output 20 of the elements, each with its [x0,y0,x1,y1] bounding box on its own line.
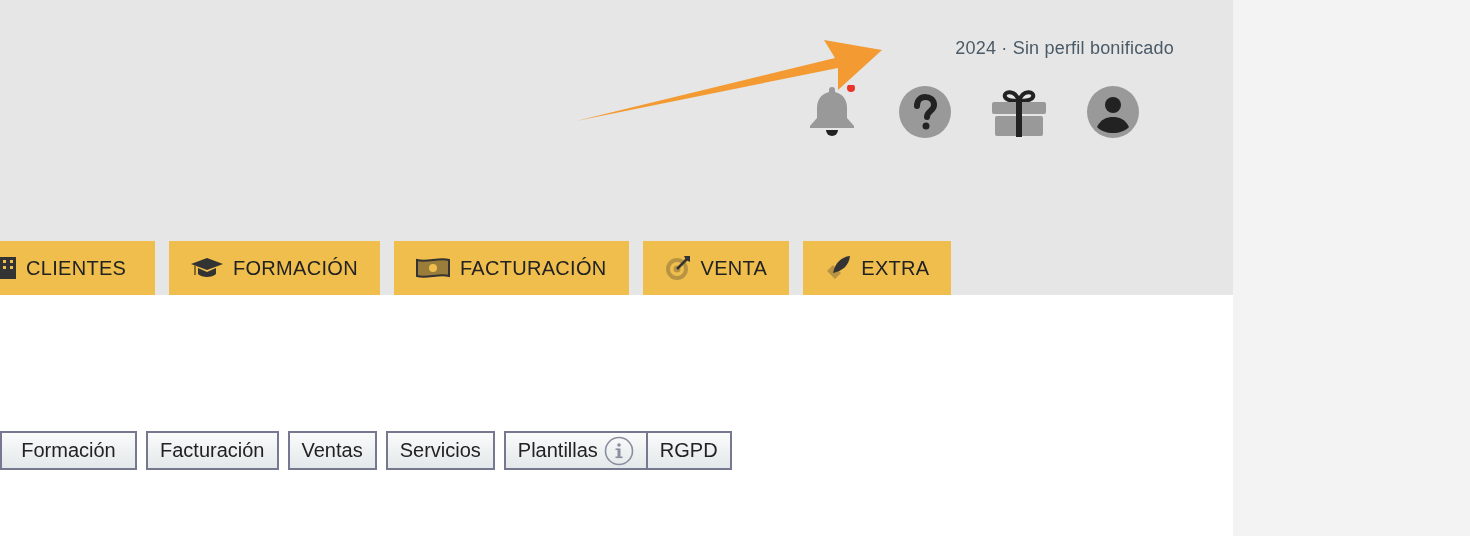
sub-tab[interactable]: Plantillas [503,431,648,470]
user-icon[interactable] [1087,86,1139,138]
sub-tab[interactable]: RGPD [645,431,732,470]
sub-tab[interactable]: Formación [0,431,137,470]
target-icon [664,255,691,281]
sub-tab[interactable]: Ventas [287,431,377,470]
nav-tab[interactable]: CLIENTES [0,241,155,295]
nav-tab[interactable]: EXTRA [803,241,952,295]
rocket-icon [825,255,852,281]
nav-tab[interactable]: FACTURACIÓN [393,241,629,295]
nav-tab[interactable]: VENTA [642,241,790,295]
sub-tab[interactable]: Facturación [146,431,279,470]
banknote-icon [415,257,450,279]
sub-tab[interactable]: Servicios [385,431,495,470]
building-icon [0,257,16,279]
gift-icon[interactable] [992,87,1046,137]
graduation-cap-icon [191,257,223,279]
nav-tab[interactable]: FORMACIÓN [169,241,380,295]
status-text: 2024 · Sin perfil bonificado [955,38,1174,59]
help-icon[interactable] [899,86,951,138]
